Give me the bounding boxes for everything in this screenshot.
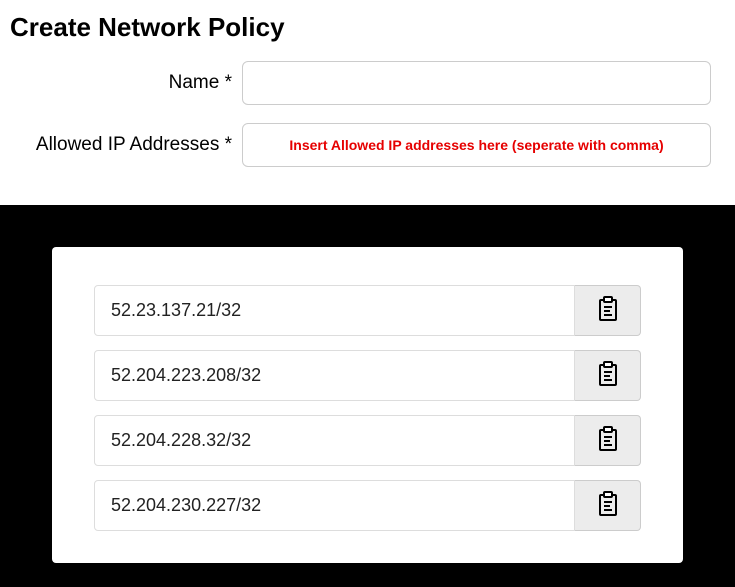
allowed-ips-input[interactable] [242, 123, 711, 167]
ip-card: 52.23.137.21/32 52.204.223.208/32 [52, 247, 683, 563]
list-item: 52.204.223.208/32 [94, 350, 641, 401]
form-row-allowed-ips: Allowed IP Addresses * [10, 123, 725, 167]
copy-button[interactable] [575, 480, 641, 531]
copy-button[interactable] [575, 350, 641, 401]
form-row-name: Name * [10, 61, 725, 105]
list-item: 52.204.230.227/32 [94, 480, 641, 531]
clipboard-icon [596, 425, 620, 456]
page-title: Create Network Policy [10, 12, 725, 43]
clipboard-icon [596, 295, 620, 326]
copy-button[interactable] [575, 415, 641, 466]
name-input[interactable] [242, 61, 711, 105]
ip-value: 52.204.230.227/32 [94, 480, 575, 531]
ip-value: 52.204.228.32/32 [94, 415, 575, 466]
name-label: Name * [10, 72, 242, 94]
clipboard-icon [596, 360, 620, 391]
list-item: 52.204.228.32/32 [94, 415, 641, 466]
clipboard-icon [596, 490, 620, 521]
copy-button[interactable] [575, 285, 641, 336]
ip-value: 52.204.223.208/32 [94, 350, 575, 401]
list-item: 52.23.137.21/32 [94, 285, 641, 336]
allowed-ips-label: Allowed IP Addresses * [10, 134, 242, 156]
ip-list-section: 52.23.137.21/32 52.204.223.208/32 [0, 205, 735, 587]
create-policy-form: Create Network Policy Name * Allowed IP … [0, 0, 735, 205]
ip-value: 52.23.137.21/32 [94, 285, 575, 336]
